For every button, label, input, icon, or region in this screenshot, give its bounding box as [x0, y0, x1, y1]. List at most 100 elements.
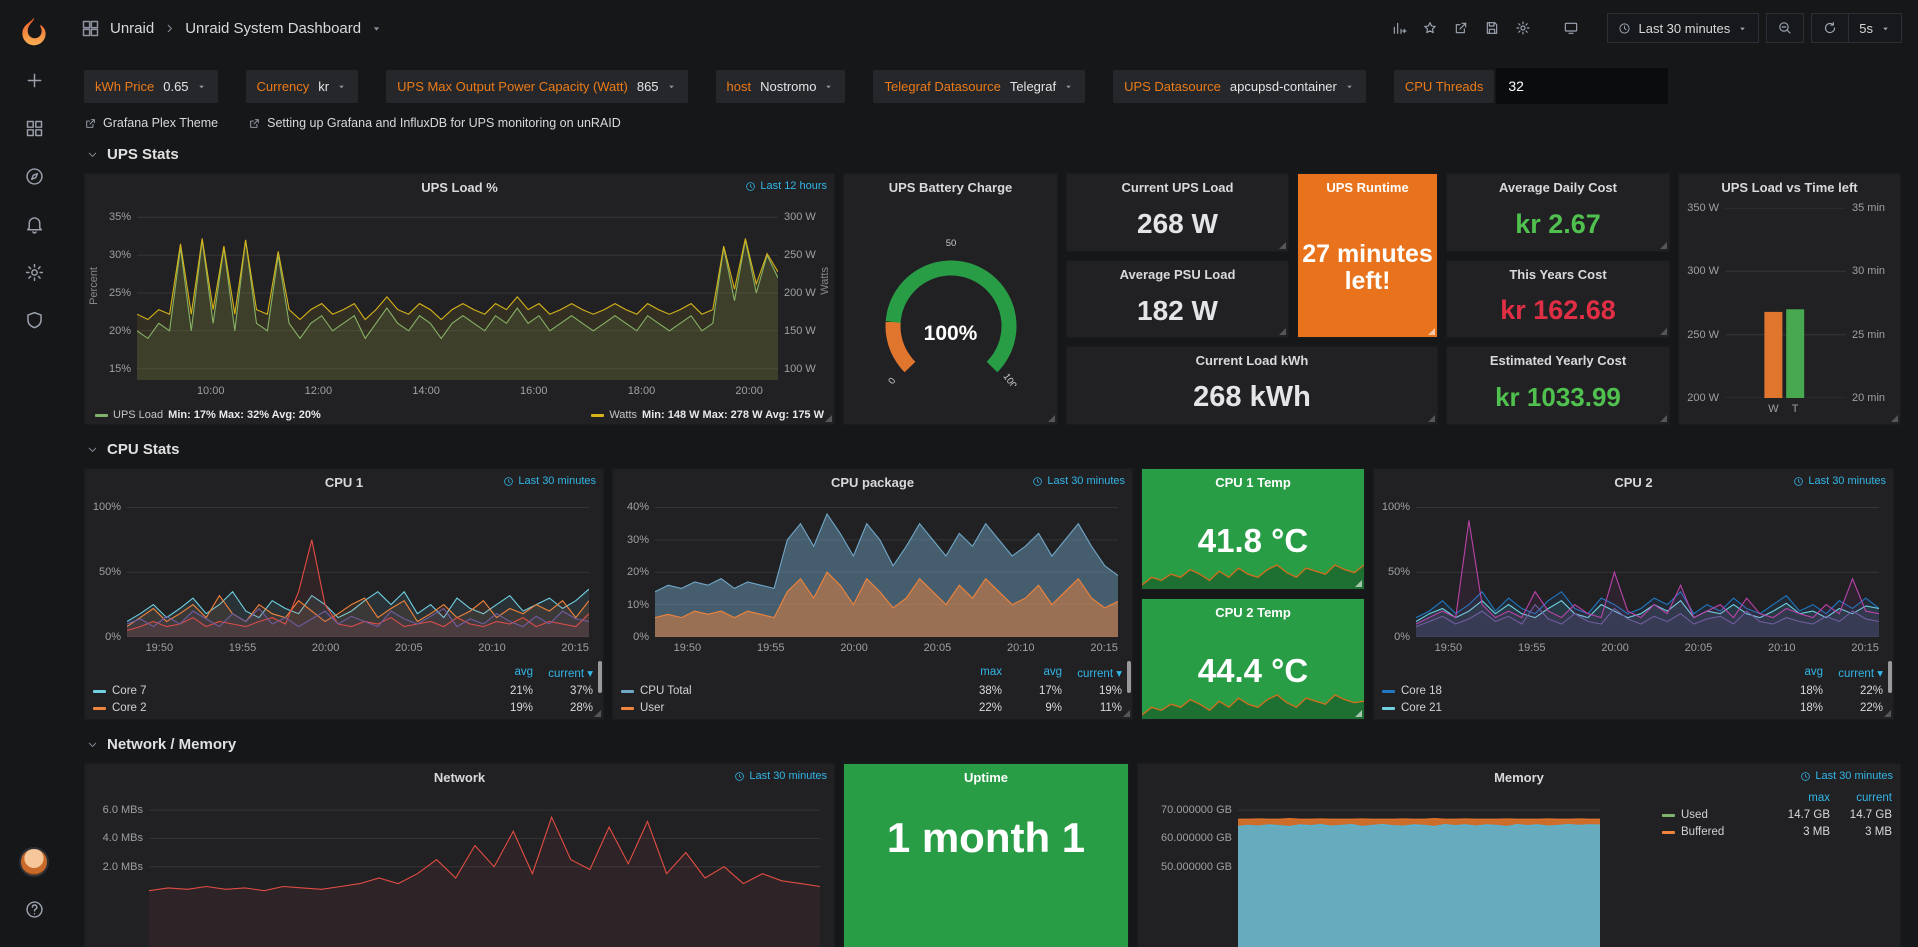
zoom-out-button[interactable] [1766, 13, 1804, 43]
panel-header[interactable]: UPS Runtime [1298, 174, 1437, 198]
dashboard-settings-button[interactable] [1511, 16, 1535, 40]
panel-header[interactable]: Average Daily Cost [1447, 174, 1669, 198]
sidebar-help-icon[interactable] [0, 885, 68, 933]
axis-tick-label: 20:15 [1080, 642, 1128, 654]
legend-value: 19% [1062, 685, 1122, 697]
panel-resize-handle[interactable] [1279, 328, 1286, 335]
variable-dropdown-host[interactable]: hostNostromo [716, 70, 846, 103]
panel-resize-handle[interactable] [825, 415, 832, 422]
legend-sort-avg[interactable]: avg [1002, 666, 1062, 680]
row-header-cpu-stats[interactable]: CPU Stats [84, 425, 1902, 468]
plot-area[interactable] [655, 501, 1118, 637]
legend-scrollbar[interactable] [1888, 661, 1892, 693]
legend-scrollbar[interactable] [1127, 661, 1131, 693]
refresh-interval-button[interactable]: 5s [1849, 13, 1902, 43]
star-dashboard-button[interactable] [1418, 16, 1442, 40]
sidebar-server-admin-icon[interactable] [0, 296, 68, 344]
legend-sort-max[interactable]: max [942, 666, 1002, 680]
plot-area[interactable] [149, 796, 820, 947]
panel-header[interactable]: Average PSU Load [1067, 261, 1288, 285]
save-dashboard-button[interactable] [1480, 16, 1504, 40]
legend-sort-current[interactable]: current ▾ [533, 666, 593, 680]
plot-area[interactable] [1725, 208, 1846, 398]
time-range-label: Last 30 minutes [1808, 475, 1886, 487]
caret-down-icon[interactable] [370, 22, 383, 35]
add-panel-button[interactable] [1387, 16, 1411, 40]
panel-header[interactable]: Current UPS Load [1067, 174, 1288, 198]
legend-sort-current[interactable]: current ▾ [1062, 666, 1122, 680]
legend-sort-current[interactable]: current ▾ [1823, 666, 1883, 680]
legend-series-name[interactable]: Core 18 [1382, 685, 1763, 697]
user-avatar[interactable] [19, 847, 49, 877]
panel-header[interactable]: Uptime [844, 764, 1128, 788]
time-picker-button[interactable]: Last 30 minutes [1607, 13, 1759, 43]
panel-resize-handle[interactable] [1660, 328, 1667, 335]
cycle-view-button[interactable] [1559, 16, 1583, 40]
panel-resize-handle[interactable] [1428, 328, 1435, 335]
panel-resize-handle[interactable] [1660, 242, 1667, 249]
legend-sort-avg[interactable]: avg [1763, 666, 1823, 680]
legend-sort-current[interactable]: current [1830, 792, 1892, 804]
panel-header[interactable]: CPU 1 Temp [1142, 469, 1364, 493]
sidebar-dashboards-icon[interactable] [0, 104, 68, 152]
panel-header[interactable]: Network [85, 764, 834, 788]
refresh-button[interactable] [1811, 13, 1849, 43]
panel-resize-handle[interactable] [1428, 415, 1435, 422]
sidebar-add-icon[interactable] [0, 56, 68, 104]
sidebar-alerting-icon[interactable] [0, 200, 68, 248]
variable-dropdown-kwh-price[interactable]: kWh Price0.65 [84, 70, 218, 103]
legend-series-name[interactable]: Core 2 [93, 702, 473, 714]
panel-header[interactable]: This Years Cost [1447, 261, 1669, 285]
breadcrumb-dashboard-title[interactable]: Unraid System Dashboard [185, 20, 361, 37]
panel-header[interactable]: Current Load kWh [1067, 347, 1437, 371]
legend-sort-avg[interactable]: avg [473, 666, 533, 680]
legend-series-name[interactable]: Core 7 [93, 685, 473, 697]
plot-area[interactable] [1416, 501, 1879, 637]
panel-resize-handle[interactable] [1884, 710, 1891, 717]
panel-header[interactable]: Estimated Yearly Cost [1447, 347, 1669, 371]
legend-series-name[interactable]: CPU Total [621, 685, 942, 697]
sidebar-grafana-logo[interactable] [0, 8, 68, 56]
panel-resize-handle[interactable] [1355, 580, 1362, 587]
sidebar-configuration-icon[interactable] [0, 248, 68, 296]
panel-resize-handle[interactable] [1355, 710, 1362, 717]
legend-sort-max[interactable]: max [1768, 792, 1830, 804]
legend-series-name[interactable]: Buffered [1662, 826, 1768, 838]
plot-area[interactable] [137, 206, 778, 380]
row-header-network-memory[interactable]: Network / Memory [84, 720, 1902, 763]
legend-item[interactable]: WattsMin: 148 W Max: 278 W Avg: 175 W [591, 409, 824, 421]
dashboard-link-0[interactable]: Grafana Plex Theme [84, 116, 218, 130]
row-header-ups-stats[interactable]: UPS Stats [84, 130, 1902, 173]
panel-resize-handle[interactable] [1048, 415, 1055, 422]
breadcrumb-folder[interactable]: Unraid [110, 20, 154, 37]
panel-resize-handle[interactable] [1660, 415, 1667, 422]
axis-tick-label: 100% [85, 501, 121, 513]
axis-tick-label: 20% [613, 566, 649, 578]
plot-area[interactable] [127, 501, 589, 637]
panel-resize-handle[interactable] [1891, 415, 1898, 422]
panel-resize-handle[interactable] [1279, 242, 1286, 249]
variable-dropdown-ups-datasource[interactable]: UPS Datasourceapcupsd-container [1113, 70, 1366, 103]
legend-item[interactable]: UPS LoadMin: 17% Max: 32% Avg: 20% [95, 409, 321, 421]
panel-header[interactable]: UPS Load % [85, 174, 834, 198]
variable-dropdown-currency[interactable]: Currencykr [246, 70, 359, 103]
dashboard-link-1[interactable]: Setting up Grafana and InfluxDB for UPS … [248, 116, 621, 130]
share-dashboard-button[interactable] [1449, 16, 1473, 40]
legend-scrollbar[interactable] [598, 661, 602, 693]
panel-header[interactable]: CPU 2 Temp [1142, 599, 1364, 623]
legend-series-name[interactable]: User [621, 702, 942, 714]
panel-header[interactable]: Memory [1138, 764, 1900, 788]
panel-header[interactable]: UPS Battery Charge [844, 174, 1057, 198]
variable-dropdown-ups-max-output-power-capacity-watt[interactable]: UPS Max Output Power Capacity (Watt)865 [386, 70, 687, 103]
sidebar-explore-icon[interactable] [0, 152, 68, 200]
panel-resize-handle[interactable] [594, 710, 601, 717]
plot-area[interactable] [1238, 796, 1600, 947]
cpu-threads-input[interactable] [1496, 68, 1668, 104]
variable-value: Nostromo [760, 79, 834, 94]
panel-resize-handle[interactable] [1123, 710, 1130, 717]
variable-dropdown-telegraf-datasource[interactable]: Telegraf DatasourceTelegraf [873, 70, 1085, 103]
legend-series-name[interactable]: Core 21 [1382, 702, 1763, 714]
panel-title: UPS Runtime [1326, 180, 1408, 195]
legend-series-name[interactable]: Used [1662, 809, 1768, 821]
panel-header[interactable]: UPS Load vs Time left [1679, 174, 1900, 198]
